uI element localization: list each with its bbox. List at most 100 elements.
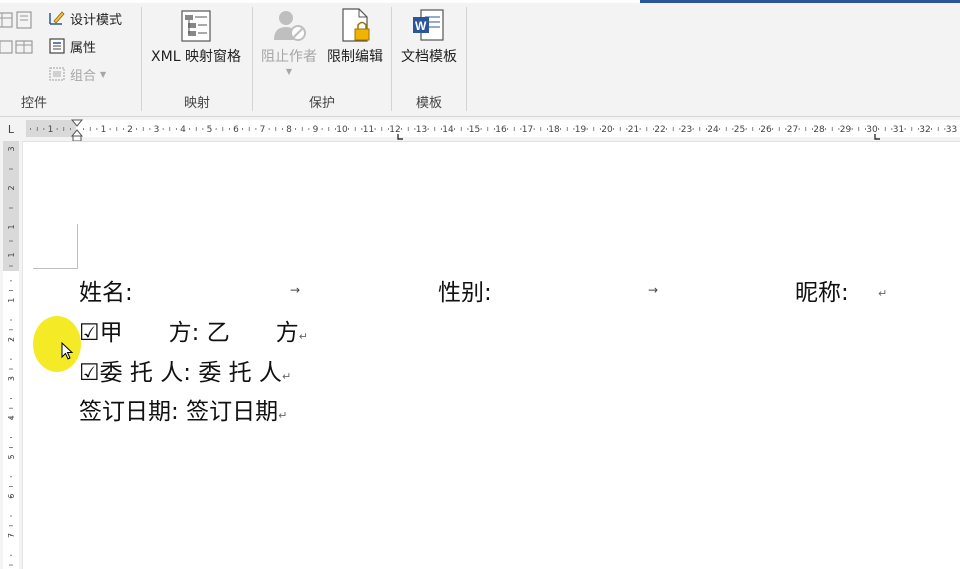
word-template-icon: W — [411, 7, 447, 43]
restrict-editing-label: 限制编辑 — [327, 49, 383, 65]
ruler-tick-label: 1 — [7, 252, 16, 257]
design-mode-label: 设计模式 — [70, 12, 123, 28]
group-label-templates: 模板 — [415, 96, 442, 111]
paragraph-mark: ↵ — [298, 330, 308, 343]
frame-icon[interactable] — [0, 37, 14, 61]
table-icon[interactable] — [0, 10, 14, 34]
principal-value: 委 托 人 — [198, 360, 282, 386]
ruler-tick-label: 1 — [7, 224, 16, 229]
nickname-field-label[interactable]: 昵称: — [795, 273, 849, 307]
design-mode-icon — [48, 9, 66, 27]
margin-crop-mark — [33, 268, 78, 269]
vertical-ruler[interactable]: 32111234567 — [0, 141, 22, 569]
group-label-controls: 控件 — [20, 96, 47, 111]
ruler-tick-label: 3 — [154, 125, 160, 135]
ruler-tick-label: 21 — [628, 125, 639, 135]
ruler-tick-label: 9 — [313, 125, 319, 135]
ruler-tick-label: 3 — [7, 146, 16, 151]
ruler-tick-label: 17 — [522, 125, 533, 135]
ruler-tick-label: 8 — [286, 125, 292, 135]
group-label-text: 组合 — [70, 68, 97, 84]
party-a-line[interactable]: ☑甲 方: 乙 方↵ — [79, 313, 308, 347]
ruler-tick-label: 23 — [681, 125, 692, 135]
vertical-ruler-scale: 32111234567 — [7, 146, 16, 566]
ruler-tick-label: 5 — [207, 125, 213, 135]
xml-mapping-icon — [178, 9, 214, 43]
ruler-tick-label: 18 — [548, 125, 560, 135]
block-authors-button[interactable]: 阻止作者 ▼ — [256, 7, 322, 76]
properties-button[interactable]: 属性 — [48, 35, 96, 57]
ruler-tick-label: 32 — [919, 125, 930, 135]
ruler-tick-label: 15 — [469, 125, 480, 135]
xml-mapping-pane-button[interactable]: XML 映射窗格 — [147, 9, 245, 66]
grid-icon[interactable] — [14, 37, 34, 61]
party-a-label: 甲 方: — [99, 320, 200, 346]
ruler-tick-label: 1 — [101, 125, 107, 135]
ruler-tick-label: 12 — [389, 125, 400, 135]
group-label-protect: 保护 — [308, 96, 335, 111]
ruler-tick-label: 29 — [840, 125, 852, 135]
xml-mapping-pane-label: XML 映射窗格 — [151, 49, 241, 65]
horizontal-ruler-scale: 1 1 2 3 4 5 6 7 8 9 10 11 12 13 14 15 16 17 18 19 20 21 22 23 24… — [30, 119, 957, 141]
document-template-label: 文档模板 — [401, 49, 457, 65]
restrict-editing-icon — [337, 7, 373, 43]
properties-label: 属性 — [70, 40, 97, 56]
ruler-tick-label: 2 — [127, 125, 133, 135]
group-icon — [48, 65, 66, 83]
ruler-tick-label: 1 — [48, 125, 54, 135]
indent-marker-icon[interactable] — [70, 119, 84, 137]
sign-date-label: 签订日期: — [79, 399, 179, 425]
restrict-editing-button[interactable]: 限制编辑 — [322, 7, 388, 66]
ribbon: 设计模式 属性 组合 ▼ 控件 XML 映射窗格 映射 阻止作者 ▼ 限制编辑 … — [0, 3, 960, 117]
checkbox-party-a[interactable]: ☑ — [79, 320, 100, 346]
tab-mark: → — [290, 283, 301, 297]
paragraph-mark: ↵ — [878, 287, 888, 300]
document-template-button[interactable]: W 文档模板 — [395, 7, 463, 66]
ruler-tick-label: 4 — [180, 125, 186, 135]
paragraph-mark: ↵ — [281, 370, 292, 383]
ruler-tick-label: 25 — [734, 125, 745, 135]
name-field-label[interactable]: 姓名: — [79, 273, 133, 307]
ruler-tick-label: 16 — [495, 125, 507, 135]
ruler-tick-label: 33 — [946, 125, 957, 135]
chevron-down-icon: ▼ — [285, 67, 293, 76]
ruler-tick-label: 27 — [787, 125, 798, 135]
margin-crop-mark — [77, 224, 78, 269]
sign-date-value: 签订日期 — [186, 399, 279, 425]
ruler-tick-label: 22 — [654, 125, 665, 135]
ruler-tick-label: 20 — [601, 125, 613, 135]
ruler-tick-label: 7 — [260, 125, 266, 135]
ruler-tick-label: 11 — [363, 125, 374, 135]
design-mode-button[interactable]: 设计模式 — [48, 7, 122, 29]
party-b-label: 乙 方 — [206, 320, 299, 346]
ruler-tick-label: 31 — [893, 125, 904, 135]
ruler-tick-label: 26 — [760, 125, 772, 135]
ruler-tick-label: 6 — [233, 125, 239, 135]
principal-line[interactable]: ☑委 托 人: 委 托 人↵ — [79, 353, 291, 387]
tab-mark: → — [648, 283, 659, 297]
gender-field-label[interactable]: 性别: — [438, 273, 492, 307]
ruler-tick-label: 10 — [336, 125, 348, 135]
svg-text:W: W — [415, 19, 427, 33]
group-button[interactable]: 组合 ▼ — [48, 63, 106, 85]
left-indent-box[interactable] — [72, 135, 82, 141]
sign-date-line[interactable]: 签订日期: 签订日期↵ — [79, 392, 287, 426]
properties-icon — [48, 37, 66, 55]
chevron-down-icon: ▼ — [100, 70, 107, 79]
ruler-tick-label: 30 — [866, 125, 878, 135]
ruler-tick-label: 2 — [7, 185, 16, 190]
principal-label: 委 托 人: — [99, 360, 191, 386]
horizontal-ruler[interactable]: L 1 1 2 3 4 5 6 7 8 9 10 11 12 13 14 15 16 17 18 19 20 21 22 23… — [0, 117, 960, 142]
ruler-tick-label: 13 — [416, 125, 427, 135]
block-authors-label: 阻止作者 — [261, 49, 317, 65]
ruler-tick-label: 28 — [813, 125, 825, 135]
block-authors-icon — [270, 7, 308, 43]
group-label-mapping: 映射 — [183, 96, 210, 111]
ruler-tick-label: 14 — [442, 125, 454, 135]
ruler-tick-label: 24 — [707, 125, 719, 135]
group-divider — [466, 7, 467, 111]
legacy-tools-icon[interactable] — [14, 10, 34, 34]
ruler-tick-label: 19 — [575, 125, 587, 135]
paragraph-mark: ↵ — [278, 409, 288, 422]
checkbox-principal[interactable]: ☑ — [79, 360, 100, 386]
